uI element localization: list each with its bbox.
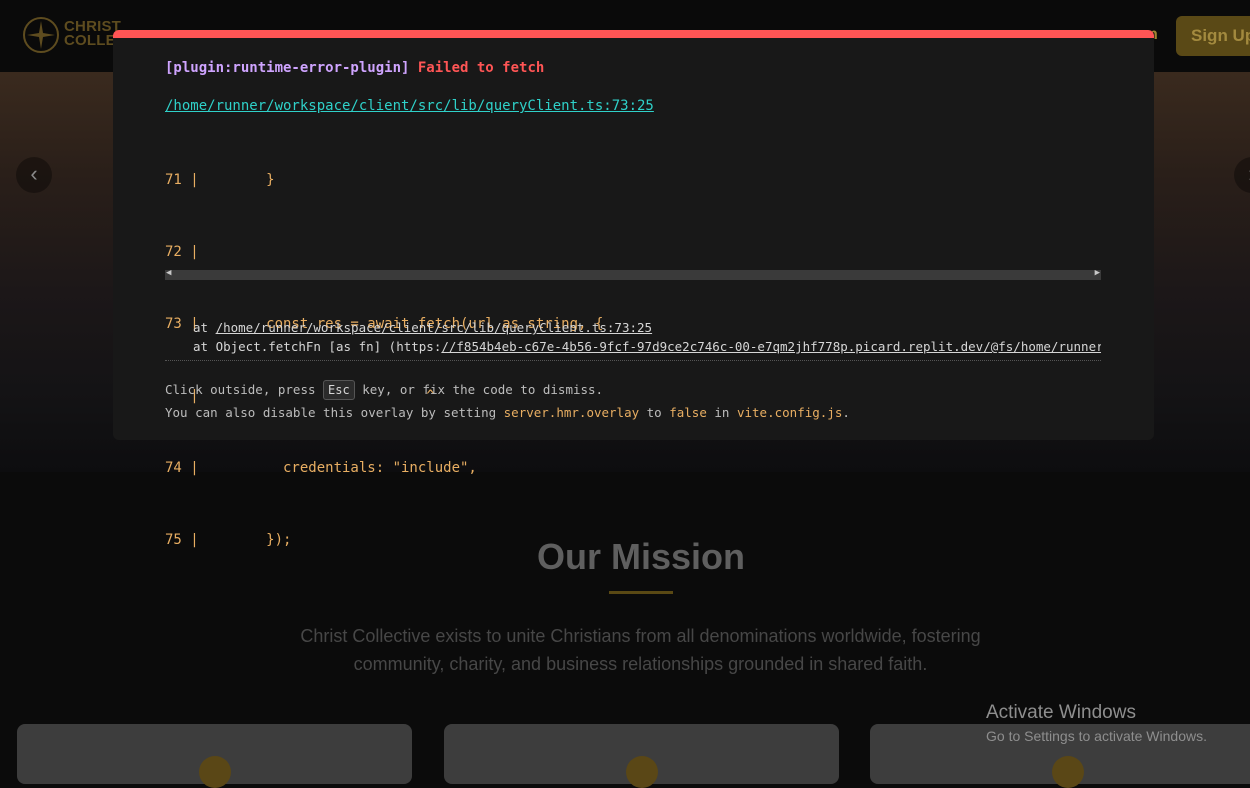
tip-line-1: Click outside, press Esc key, or fix the… [165,378,850,401]
tip-text: . [842,405,850,420]
stack-prefix: at Object.fetchFn [as fn] (https: [193,339,442,354]
error-title: [plugin:runtime-error-plugin] Failed to … [165,60,544,76]
windows-activation-watermark: Activate Windows Go to Settings to activ… [986,702,1207,744]
code-line: 75 | }); [165,532,292,548]
stack-trace: at /home/runner/workspace/client/src/lib… [193,318,1101,356]
stack-line: at Object.fetchFn [as fn] (https://f854b… [193,337,1101,356]
cross-star-icon [23,17,59,53]
tip-text: Click outside, press [165,382,324,397]
stack-prefix: at [193,320,216,335]
setting-value: false [669,405,707,420]
tip-text: You can also disable this overlay by set… [165,405,504,420]
scroll-left-icon[interactable]: ◀ [166,268,171,278]
activate-subtitle: Go to Settings to activate Windows. [986,728,1207,744]
hero-prev-button[interactable]: ‹ [16,157,52,193]
stack-line: at /home/runner/workspace/client/src/lib… [193,318,1101,337]
scroll-right-icon[interactable]: ▶ [1095,268,1100,278]
code-horizontal-scrollbar[interactable]: ◀ ▶ [165,268,1101,280]
setting-name: server.hmr.overlay [503,405,640,420]
esc-key-badge: Esc [323,380,355,400]
mission-text: Christ Collective exists to unite Christ… [300,626,981,674]
tip-text: to [639,405,670,420]
activate-title: Activate Windows [986,702,1136,723]
overlay-divider [165,360,1101,361]
feature-card[interactable] [17,724,412,788]
feature-icon [199,756,231,788]
config-file-name: vite.config.js [736,405,843,420]
feature-icon [1052,756,1084,788]
feature-icon [626,756,658,788]
code-line: 72 | [165,244,199,260]
tip-line-2: You can also disable this overlay by set… [165,401,850,424]
feature-card[interactable] [444,724,839,788]
error-message: Failed to fetch [417,60,545,76]
error-plugin: [plugin:runtime-error-plugin] [165,60,410,76]
stack-link[interactable]: //f854b4eb-c67e-4b56-9fcf-97d9ce2c746c-0… [441,339,1101,354]
code-line: 71 | } [165,172,275,188]
stack-link[interactable]: /home/runner/workspace/client/src/lib/qu… [216,320,653,335]
error-file-link[interactable]: /home/runner/workspace/client/src/lib/qu… [165,98,654,114]
sign-up-button[interactable]: Sign Up [1176,16,1250,56]
hero-next-button[interactable]: › [1234,157,1250,193]
tip-text: key, or fix the code to dismiss. [354,382,604,397]
vite-error-overlay[interactable]: [plugin:runtime-error-plugin] Failed to … [113,30,1154,548]
overlay-tip: Click outside, press Esc key, or fix the… [165,378,850,424]
chevron-left-icon: ‹ [30,161,38,186]
code-line: 74 | credentials: "include", [165,460,477,476]
tip-text: in [706,405,737,420]
mission-divider [609,591,673,594]
